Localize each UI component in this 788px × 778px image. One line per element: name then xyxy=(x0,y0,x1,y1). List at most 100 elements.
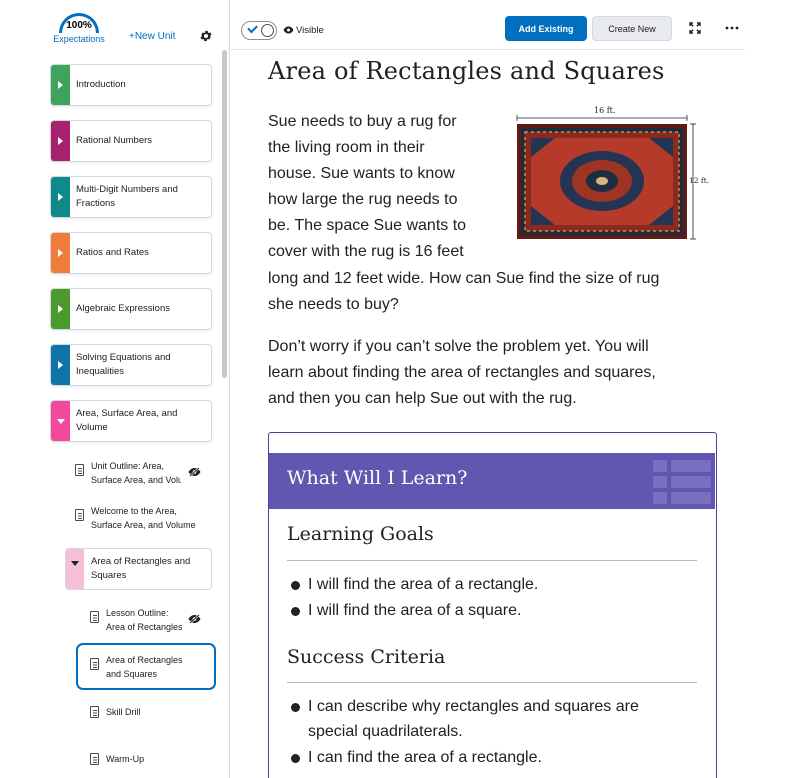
lesson-outline[interactable]: Lesson Outline:Area of Rectangles and Sq… xyxy=(90,606,182,634)
topic-welcome[interactable]: Welcome to the Area, Surface Area, and Vo… xyxy=(75,504,199,532)
success-criterion: I can find the area of a rectangle. xyxy=(308,749,542,766)
expectations-button[interactable]: 100% Expectations xyxy=(50,13,108,45)
unit-label: Ratios and Rates xyxy=(76,247,149,258)
topic-unit-outline[interactable]: Unit Outline: Area, Surface Area, and Vol… xyxy=(75,459,181,487)
topic-label: Unit Outline: Area, Surface Area, and Vol… xyxy=(91,461,181,485)
intro-text-line: long and 12 feet wide. How can Sue find … xyxy=(268,270,660,287)
chevron-right-icon xyxy=(58,137,63,145)
expand-icon[interactable] xyxy=(689,22,701,34)
unit-color-strip xyxy=(51,177,70,217)
lesson-warm-up[interactable]: Warm-Up xyxy=(90,752,214,766)
topic-label: Area of Rectangles and Squares xyxy=(106,655,183,679)
unit-introduction[interactable]: Introduction xyxy=(50,64,212,106)
toolbar: Visible Add Existing Create New xyxy=(231,0,745,50)
document-icon xyxy=(90,611,99,623)
main-content: Visible Add Existing Create New Area of … xyxy=(231,0,788,778)
divider xyxy=(287,682,697,683)
rug-height-label: 12 ft. xyxy=(689,176,710,185)
check-icon xyxy=(247,22,258,34)
bullet-dot xyxy=(291,581,300,590)
paragraph-line: and then you can help Sue out with the r… xyxy=(268,390,577,407)
topic-label: Welcome to the Area, Surface Area, and Vo… xyxy=(91,506,196,530)
unit-color-strip xyxy=(51,233,70,273)
intro-text-line: be. The space Sue wants to xyxy=(268,217,467,234)
topic-label: Warm-Up xyxy=(106,754,145,764)
chevron-right-icon xyxy=(58,193,63,201)
document-icon xyxy=(90,658,99,670)
visibility-toggle[interactable] xyxy=(241,21,277,40)
gear-icon[interactable] xyxy=(199,29,213,43)
paragraph-line: Don’t worry if you can’t solve the probl… xyxy=(268,338,649,355)
lesson-area-of-rectangles[interactable]: Area of Rectangles and Squares xyxy=(90,653,206,681)
chevron-right-icon xyxy=(58,361,63,369)
learning-goal: I will find the area of a square. xyxy=(308,602,522,619)
sidebar-header: 100% Expectations +New Unit xyxy=(0,0,229,50)
learning-goals-heading: Learning Goals xyxy=(287,523,434,545)
intro-text-line: cover with the rug is 16 feet xyxy=(268,243,464,260)
rug-image xyxy=(516,115,696,240)
intro-text-line: the living room in their xyxy=(268,139,425,156)
add-existing-button[interactable]: Add Existing xyxy=(505,16,587,41)
bullet-dot xyxy=(291,703,300,712)
create-new-button[interactable]: Create New xyxy=(592,16,672,41)
learning-goal: I will find the area of a rectangle. xyxy=(308,576,539,593)
subunit-label: Area of Rectangles and Squares xyxy=(91,556,191,581)
visibility-label: Visible xyxy=(296,25,324,36)
unit-multi-digit-numbers[interactable]: Multi-Digit Numbers and Fractions xyxy=(50,176,212,218)
chevron-down-icon xyxy=(57,419,65,424)
sidebar: 100% Expectations +New Unit Introduction… xyxy=(0,0,230,778)
success-criterion-continued: special quadrilaterals. xyxy=(308,723,463,740)
expectations-label: Expectations xyxy=(53,34,105,44)
subunit-area-of-rectangles[interactable]: Area of Rectangles and Squares xyxy=(65,548,212,590)
topic-label: Skill Drill xyxy=(106,707,141,717)
unit-algebraic-expressions[interactable]: Algebraic Expressions xyxy=(50,288,212,330)
hidden-eye-icon xyxy=(188,467,201,477)
bullet-dot xyxy=(291,754,300,763)
subunit-color-strip xyxy=(66,549,84,589)
unit-color-strip xyxy=(51,401,70,441)
chevron-right-icon xyxy=(58,249,63,257)
intro-text-line: Sue needs to buy a rug for xyxy=(268,113,457,130)
unit-color-strip xyxy=(51,289,70,329)
list-grid-icon xyxy=(653,460,711,504)
lesson-skill-drill[interactable]: Skill Drill xyxy=(90,705,214,719)
divider xyxy=(287,560,697,561)
expectations-percent: 100% xyxy=(66,20,92,31)
what-will-i-learn-box: What Will I Learn? Learning Goals I will… xyxy=(268,432,717,778)
unit-label: Multi-Digit Numbers and Fractions xyxy=(76,184,178,209)
unit-label: Solving Equations and Inequalities xyxy=(76,352,171,377)
unit-rational-numbers[interactable]: Rational Numbers xyxy=(50,120,212,162)
unit-label: Algebraic Expressions xyxy=(76,303,170,314)
new-unit-button[interactable]: +New Unit xyxy=(129,31,175,42)
document-icon xyxy=(75,509,84,521)
success-criterion: I can describe why rectangles and square… xyxy=(308,698,639,715)
learn-heading: What Will I Learn? xyxy=(287,467,468,489)
eye-icon xyxy=(283,26,294,34)
page-title: Area of Rectangles and Squares xyxy=(268,57,665,85)
intro-text-line: house. Sue wants to know xyxy=(268,165,455,182)
document-icon xyxy=(90,706,99,718)
rug-width-label: 16 ft. xyxy=(594,106,616,115)
unit-label: Introduction xyxy=(76,79,126,90)
sidebar-scrollbar[interactable] xyxy=(222,50,227,378)
chevron-right-icon xyxy=(58,305,63,313)
document-icon xyxy=(75,464,84,476)
topic-label: Lesson Outline:Area of Rectangles and Sq… xyxy=(106,608,182,632)
unit-color-strip xyxy=(51,345,70,385)
unit-label: Rational Numbers xyxy=(76,135,153,146)
intro-text-line: she needs to buy? xyxy=(268,296,399,313)
unit-color-strip xyxy=(51,65,70,105)
chevron-right-icon xyxy=(58,81,63,89)
more-options-icon[interactable] xyxy=(725,26,739,30)
intro-text-line: how large the rug needs to xyxy=(268,191,458,208)
unit-area-surface-area-volume[interactable]: Area, Surface Area, and Volume xyxy=(50,400,212,442)
chevron-down-icon xyxy=(71,561,79,566)
rug-figure: 16 ft. 12 ft. xyxy=(515,106,709,240)
unit-label: Area, Surface Area, and Volume xyxy=(76,408,178,433)
toggle-knob xyxy=(261,24,274,37)
unit-solving-equations[interactable]: Solving Equations and Inequalities xyxy=(50,344,212,386)
unit-ratios-and-rates[interactable]: Ratios and Rates xyxy=(50,232,212,274)
hidden-eye-icon xyxy=(188,614,201,624)
document-icon xyxy=(90,753,99,765)
unit-color-strip xyxy=(51,121,70,161)
